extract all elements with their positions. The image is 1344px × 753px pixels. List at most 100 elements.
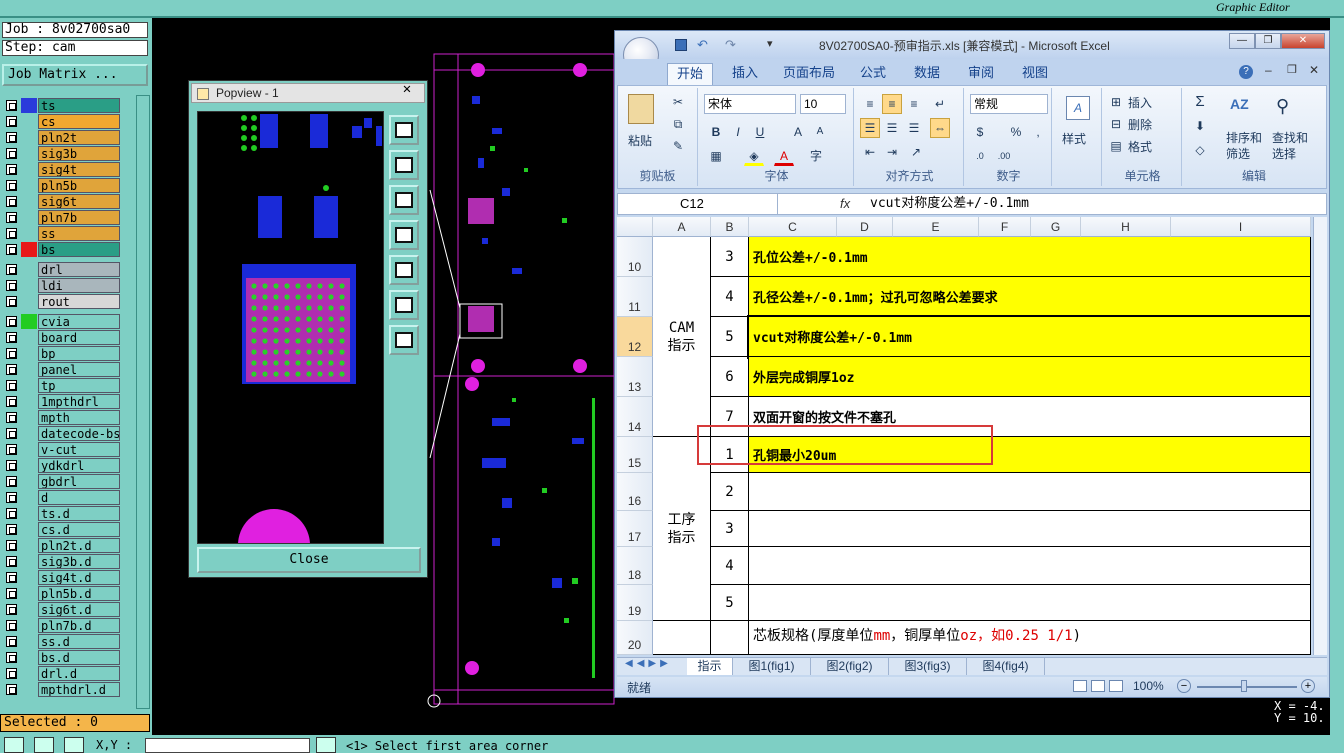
layer-checkbox[interactable] <box>6 492 17 503</box>
layer-color-swatch[interactable] <box>21 314 37 329</box>
xy-input[interactable] <box>145 738 310 753</box>
popview-canvas[interactable] <box>197 111 384 544</box>
layer-name[interactable]: cvia <box>38 314 120 329</box>
layer-color-swatch[interactable] <box>21 682 37 697</box>
layer-row[interactable]: sig6t.d <box>4 602 120 617</box>
layer-checkbox[interactable] <box>6 588 17 599</box>
layer-color-swatch[interactable] <box>21 242 37 257</box>
layer-name[interactable]: datecode-bs <box>38 426 120 441</box>
zoom-in-icon[interactable] <box>389 115 419 145</box>
column-header[interactable]: G <box>1031 217 1081 237</box>
layer-checkbox[interactable] <box>6 296 17 307</box>
save-icon[interactable] <box>675 39 687 51</box>
copy-icon[interactable]: ⧉ <box>668 114 688 134</box>
align-right-icon[interactable]: ☰ <box>904 118 924 138</box>
layer-color-swatch[interactable] <box>21 538 37 553</box>
page-layout-view-icon[interactable] <box>1091 680 1105 692</box>
layer-checkbox[interactable] <box>6 428 17 439</box>
layer-color-swatch[interactable] <box>21 586 37 601</box>
column-header[interactable]: C <box>749 217 837 237</box>
layer-checkbox[interactable] <box>6 280 17 291</box>
layer-row[interactable]: sig6t <box>4 194 120 209</box>
layer-name[interactable]: sig4t <box>38 162 120 177</box>
layer-name[interactable]: sig6t.d <box>38 602 120 617</box>
layer-checkbox[interactable] <box>6 444 17 455</box>
sheet-tab-active[interactable]: 指示 <box>687 658 733 675</box>
italic-icon[interactable]: I <box>728 122 748 142</box>
layer-row[interactable]: mpthdrl.d <box>4 682 120 697</box>
layer-checkbox[interactable] <box>6 148 17 159</box>
increase-decimal-icon[interactable]: .0 <box>970 146 990 166</box>
zoom-home-icon[interactable] <box>389 325 419 355</box>
layer-checkbox[interactable] <box>6 508 17 519</box>
align-top-icon[interactable]: ≡ <box>860 94 880 114</box>
worksheet-grid[interactable]: ABCDEFGHI 10 3 孔位公差+/-0.1mm 11 4 孔径公差+/-0.1mm… <box>617 217 1311 655</box>
layer-checkbox[interactable] <box>6 556 17 567</box>
layer-row[interactable]: ss <box>4 226 120 241</box>
layer-color-swatch[interactable] <box>21 178 37 193</box>
layer-checkbox[interactable] <box>6 460 17 471</box>
layer-checkbox[interactable] <box>6 476 17 487</box>
sheet-nav-icon[interactable]: ◀◀▶▶ <box>625 658 672 669</box>
ribbon-restore-icon[interactable]: ❐ <box>1287 63 1297 76</box>
layer-name[interactable]: mpthdrl.d <box>38 682 120 697</box>
layer-row[interactable]: drl.d <box>4 666 120 681</box>
layer-color-swatch[interactable] <box>21 98 37 113</box>
instruction-cell[interactable]: 外层完成铜厚1oz <box>749 357 1311 397</box>
layer-row[interactable]: bs.d <box>4 650 120 665</box>
layer-name[interactable]: ldi <box>38 278 120 293</box>
layer-color-swatch[interactable] <box>21 570 37 585</box>
layer-name[interactable]: ts.d <box>38 506 120 521</box>
layer-name[interactable]: sig3b <box>38 146 120 161</box>
layer-row[interactable]: ts <box>4 98 120 113</box>
layer-color-swatch[interactable] <box>21 490 37 505</box>
layer-name[interactable]: pln7b.d <box>38 618 120 633</box>
pan-right-icon[interactable] <box>389 255 419 285</box>
number-format-select[interactable]: 常规 <box>970 94 1048 114</box>
maximize-icon[interactable]: ❐ <box>1255 33 1281 49</box>
layer-name[interactable]: cs.d <box>38 522 120 537</box>
font-size-select[interactable]: 10 <box>800 94 846 114</box>
column-header[interactable]: D <box>837 217 893 237</box>
layer-color-swatch[interactable] <box>21 114 37 129</box>
help-icon[interactable]: ? <box>1239 65 1253 79</box>
layer-color-swatch[interactable] <box>21 506 37 521</box>
layer-row[interactable]: pln5b.d <box>4 586 120 601</box>
layer-name[interactable]: pln7b <box>38 210 120 225</box>
layer-row[interactable]: ts.d <box>4 506 120 521</box>
layer-row[interactable]: bp <box>4 346 120 361</box>
decrease-indent-icon[interactable]: ⇤ <box>860 142 880 162</box>
tab-page-layout[interactable]: 页面布局 <box>777 63 841 85</box>
row20-b-cell[interactable] <box>711 621 749 655</box>
instruction-cell[interactable] <box>749 585 1311 621</box>
instruction-cell[interactable] <box>749 511 1311 547</box>
layer-name[interactable]: board <box>38 330 120 345</box>
sheet-tab[interactable]: 图1(fig1) <box>733 658 811 675</box>
layer-row[interactable]: pln2t.d <box>4 538 120 553</box>
layer-checkbox[interactable] <box>6 228 17 239</box>
comma-icon[interactable]: , <box>1028 122 1048 142</box>
insert-cells-icon[interactable]: ⊞ <box>1106 92 1126 112</box>
layer-name[interactable]: pln2t <box>38 130 120 145</box>
format-cells-label[interactable]: 格式 <box>1128 138 1152 155</box>
layer-row[interactable]: bs <box>4 242 120 257</box>
layer-color-swatch[interactable] <box>21 162 37 177</box>
zoom-slider-thumb[interactable] <box>1241 680 1247 692</box>
layer-row[interactable]: drl <box>4 262 120 277</box>
name-box[interactable]: C12 <box>618 194 778 214</box>
row-header[interactable]: 18 <box>617 547 653 585</box>
column-header[interactable]: E <box>893 217 979 237</box>
format-cells-icon[interactable]: ▤ <box>1106 136 1126 156</box>
layer-checkbox[interactable] <box>6 380 17 391</box>
layer-name[interactable]: bs.d <box>38 650 120 665</box>
redo-icon[interactable]: ↷ <box>725 37 736 53</box>
layer-name[interactable]: ss <box>38 226 120 241</box>
layer-checkbox[interactable] <box>6 604 17 615</box>
layer-checkbox[interactable] <box>6 212 17 223</box>
fill-color-icon[interactable]: ◈ <box>744 146 764 166</box>
layer-checkbox[interactable] <box>6 116 17 127</box>
cam-instruction-group[interactable]: CAM 指示 <box>653 237 711 437</box>
autosum-icon[interactable]: Σ <box>1190 92 1210 112</box>
job-matrix-button[interactable]: Job Matrix ... <box>2 64 148 86</box>
insert-cells-label[interactable]: 插入 <box>1128 94 1152 111</box>
